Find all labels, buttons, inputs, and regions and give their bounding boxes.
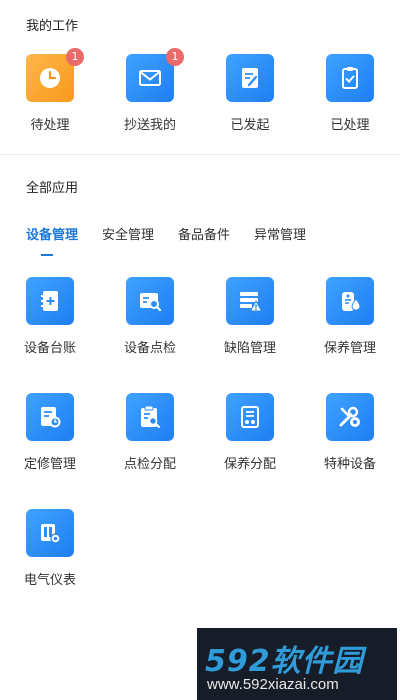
electrical-instruments-tile (26, 509, 74, 557)
special-equipment-tools-icon (339, 406, 360, 427)
mail-icon (139, 70, 161, 86)
electrical-instrument-icon (41, 524, 61, 544)
processed-label: 已处理 (330, 117, 370, 132)
scheduled-repair-tile (26, 393, 74, 441)
repair-document-icon (41, 407, 61, 428)
app-maintenance-management[interactable]: 保养管理 (305, 277, 395, 356)
clipboard-check-icon (342, 67, 358, 89)
scheduled-repair-label: 定修管理 (23, 456, 76, 471)
inspection-assign-icon (141, 405, 160, 428)
ledger-book-icon (41, 291, 58, 311)
inspection-assignment-tile (126, 393, 174, 441)
edit-document-icon (242, 68, 258, 88)
app-inspection-assignment[interactable]: 点检分配 (105, 393, 195, 472)
pending-label: 待处理 (30, 117, 70, 132)
maintenance-management-tile (326, 277, 374, 325)
special-equipment-tile (326, 393, 374, 441)
inspection-search-icon (140, 293, 162, 312)
app-electrical-instruments[interactable]: 电气仪表 (5, 509, 95, 588)
maintenance-tag-icon (342, 292, 361, 311)
defect-warning-icon (240, 292, 263, 312)
equipment-ledger-label: 设备台账 (23, 340, 76, 355)
app-special-equipment[interactable]: 特种设备 (305, 393, 395, 472)
pending-tile: 1 (26, 48, 84, 102)
equipment-ledger-tile (26, 277, 74, 325)
clock-icon (40, 68, 60, 88)
app-equipment-ledger[interactable]: 设备台账 (5, 277, 95, 356)
all-apps-title: 全部应用 (26, 180, 79, 195)
active-tab-indicator (41, 254, 53, 256)
inspection-assignment-label: 点检分配 (123, 456, 176, 471)
cc-me-badge: 1 (166, 48, 184, 66)
defect-management-tile (226, 277, 274, 325)
maintenance-assignment-tile (226, 393, 274, 441)
electrical-instruments-label: 电气仪表 (23, 572, 76, 587)
app-equipment-inspection[interactable]: 设备点检 (105, 277, 195, 356)
work-item-cc-me[interactable]: 1 抄送我的 (105, 48, 195, 133)
my-work-title: 我的工作 (26, 18, 79, 33)
initiated-tile (226, 54, 274, 102)
tab-safety-management[interactable]: 安全管理 (102, 224, 154, 243)
pending-badge: 1 (66, 48, 84, 66)
work-item-pending[interactable]: 1 待处理 (5, 48, 95, 133)
maintenance-assignment-label: 保养分配 (223, 456, 276, 471)
section-divider (0, 154, 400, 155)
cc-me-label: 抄送我的 (123, 117, 176, 132)
equipment-inspection-label: 设备点检 (123, 340, 176, 355)
initiated-label: 已发起 (230, 117, 270, 132)
processed-tile (326, 54, 374, 102)
watermark-url: www.592xiazai.com (207, 676, 339, 693)
work-item-processed[interactable]: 已处理 (305, 54, 395, 133)
cc-me-tile: 1 (126, 48, 184, 102)
equipment-inspection-tile (126, 277, 174, 325)
app-maintenance-assignment[interactable]: 保养分配 (205, 393, 295, 472)
tab-spare-parts[interactable]: 备品备件 (178, 224, 230, 243)
special-equipment-label: 特种设备 (323, 456, 376, 471)
app-category-tabs: 设备管理 安全管理 备品备件 异常管理 (26, 224, 306, 256)
app-scheduled-repair[interactable]: 定修管理 (5, 393, 95, 472)
app-defect-management[interactable]: 缺陷管理 (205, 277, 295, 356)
site-watermark: 592软件园 www.592xiazai.com (197, 628, 397, 700)
tab-exception-management[interactable]: 异常管理 (254, 224, 306, 243)
watermark-logo: 592软件园 (205, 644, 364, 679)
tab-equipment-management[interactable]: 设备管理 (26, 224, 78, 243)
work-item-initiated[interactable]: 已发起 (205, 54, 295, 133)
maintenance-assign-icon (241, 406, 259, 428)
defect-management-label: 缺陷管理 (223, 340, 276, 355)
maintenance-management-label: 保养管理 (323, 340, 376, 355)
